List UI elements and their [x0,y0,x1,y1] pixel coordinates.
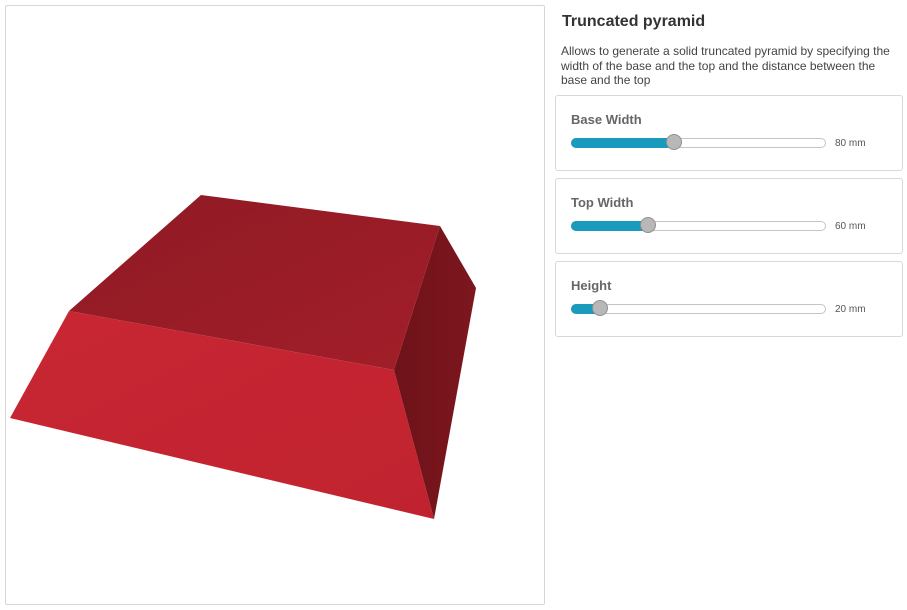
panel-title: Truncated pyramid [562,13,706,30]
base-width-label: Base Width [571,112,642,127]
slider-fill [571,221,647,231]
base-width-value: 80 mm [835,138,866,149]
height-label: Height [571,278,612,293]
slider-fill [571,138,674,148]
slider-thumb[interactable] [591,300,608,316]
param-base-width: Base Width 80 mm [555,95,903,171]
panel-description: Allows to generate a solid truncated pyr… [561,44,890,87]
slider-thumb[interactable] [666,134,683,150]
top-width-slider[interactable] [571,217,826,233]
top-width-value: 60 mm [835,221,866,232]
top-width-label: Top Width [571,195,634,210]
base-width-slider[interactable] [571,134,826,150]
param-top-width: Top Width 60 mm [555,178,903,254]
slider-thumb[interactable] [639,217,656,233]
3d-viewport[interactable] [5,5,545,605]
truncated-pyramid-model[interactable] [6,6,544,604]
param-height: Height 20 mm [555,261,903,337]
height-value: 20 mm [835,304,866,315]
height-slider[interactable] [571,300,826,316]
